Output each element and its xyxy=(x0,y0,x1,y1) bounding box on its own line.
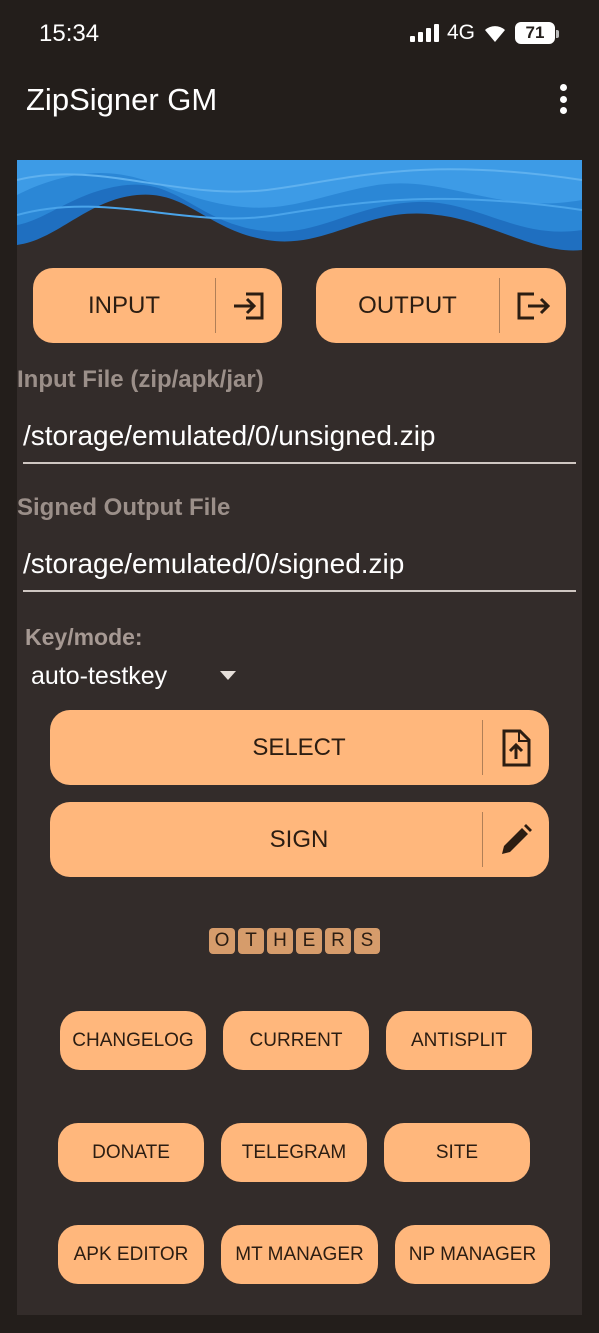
others-letter: S xyxy=(354,928,380,954)
others-letter: R xyxy=(325,928,351,954)
donate-button[interactable]: DONATE xyxy=(58,1123,204,1182)
navigation-bar xyxy=(0,1315,599,1333)
input-arrow-icon xyxy=(216,291,282,321)
status-icons: 4G 71 xyxy=(409,20,559,46)
select-button-label: SELECT xyxy=(252,733,346,761)
others-letter: O xyxy=(209,928,235,954)
others-letter: E xyxy=(296,928,322,954)
battery-icon: 71 xyxy=(515,22,559,44)
input-file-label: Input File (zip/apk/jar) xyxy=(17,366,264,393)
np-manager-button[interactable]: NP MANAGER xyxy=(395,1225,550,1284)
sign-button[interactable]: SIGN xyxy=(50,802,549,877)
output-file-field[interactable]: /storage/emulated/0/signed.zip xyxy=(23,540,576,592)
more-vert-icon[interactable] xyxy=(553,84,573,114)
output-file-label: Signed Output File xyxy=(17,494,231,521)
changelog-button[interactable]: CHANGELOG xyxy=(60,1011,206,1070)
input-button-label: INPUT xyxy=(88,291,160,319)
file-upload-icon xyxy=(483,729,549,767)
others-letter: T xyxy=(238,928,264,954)
others-letter: H xyxy=(267,928,293,954)
others-heading: O T H E R S xyxy=(209,928,380,954)
key-mode-dropdown[interactable]: auto-testkey xyxy=(31,659,241,693)
telegram-button[interactable]: TELEGRAM xyxy=(221,1123,367,1182)
input-file-field[interactable]: /storage/emulated/0/unsigned.zip xyxy=(23,412,576,464)
signal-icon xyxy=(409,24,439,42)
apk-editor-button[interactable]: APK EDITOR xyxy=(58,1225,204,1284)
antisplit-button[interactable]: ANTISPLIT xyxy=(386,1011,532,1070)
output-button-label: OUTPUT xyxy=(358,291,457,319)
pencil-icon xyxy=(483,822,549,858)
network-type: 4G xyxy=(446,21,475,44)
sign-button-label: SIGN xyxy=(269,825,329,853)
input-button[interactable]: INPUT xyxy=(33,268,282,343)
wifi-icon xyxy=(485,26,505,42)
output-button[interactable]: OUTPUT xyxy=(316,268,566,343)
site-button[interactable]: SITE xyxy=(384,1123,530,1182)
key-mode-label: Key/mode: xyxy=(25,624,143,650)
current-button[interactable]: CURRENT xyxy=(223,1011,369,1070)
select-button[interactable]: SELECT xyxy=(50,710,549,785)
app-bar: ZipSigner GM xyxy=(0,66,599,138)
app-title: ZipSigner GM xyxy=(26,82,218,117)
wave-banner xyxy=(17,160,582,259)
status-bar: 15:34 4G 71 xyxy=(0,0,599,66)
mt-manager-button[interactable]: MT MANAGER xyxy=(221,1225,378,1284)
main-content: INPUT OUTPUT Input File (zip/apk/jar) /s… xyxy=(17,160,582,1315)
battery-level: 71 xyxy=(525,23,545,42)
chevron-down-icon[interactable] xyxy=(220,671,236,680)
status-time: 15:34 xyxy=(39,20,100,47)
output-arrow-icon xyxy=(500,291,566,321)
